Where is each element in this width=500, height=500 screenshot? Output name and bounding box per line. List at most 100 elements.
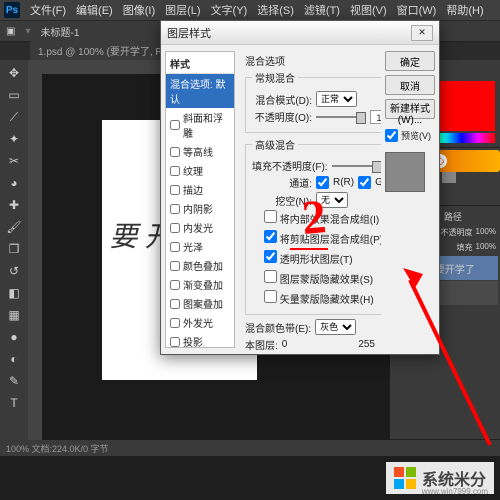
- preview-checkbox[interactable]: [385, 129, 398, 142]
- channel-g-label: G(G): [375, 177, 381, 188]
- fill-opacity-slider[interactable]: [332, 165, 381, 167]
- windows-logo-icon: [394, 467, 416, 489]
- status-bar: 100% 文档:224.0K/0 字节: [0, 440, 500, 456]
- style-checkbox[interactable]: [170, 261, 180, 271]
- adv-check-1[interactable]: [264, 230, 277, 243]
- wand-tool-icon[interactable]: ✦: [2, 128, 26, 150]
- adv-check-4-label: 矢量蒙版隐藏效果(H): [280, 295, 374, 306]
- style-bevel[interactable]: 斜面和浮雕: [166, 108, 234, 142]
- menu-help[interactable]: 帮助(H): [446, 2, 483, 18]
- general-legend: 常规混合: [252, 70, 298, 85]
- opacity-slider[interactable]: [316, 116, 366, 118]
- ruler-vertical[interactable]: [28, 60, 42, 440]
- style-pattern-overlay[interactable]: 图案叠加: [166, 294, 234, 313]
- menu-window[interactable]: 窗口(W): [397, 2, 437, 18]
- fill-label: 填充: [457, 242, 473, 253]
- toolbox: ✥ ▭ ⟋ ✦ ✂ ◕ ✚ 🖌 ❐ ↺ ◧ ▦ ● ◐ ✎ T: [0, 60, 28, 440]
- style-gradient-overlay[interactable]: 渐变叠加: [166, 275, 234, 294]
- menu-image[interactable]: 图像(I): [123, 2, 155, 18]
- menu-file[interactable]: 文件(F): [30, 2, 66, 18]
- dialog-titlebar[interactable]: 图层样式 ✕: [161, 21, 439, 45]
- adv-check-3-label: 图层蒙版隐藏效果(S): [280, 275, 373, 286]
- move-tool-icon[interactable]: ▣: [6, 26, 15, 37]
- style-checkbox[interactable]: [170, 204, 180, 214]
- new-style-button[interactable]: 新建样式(W)...: [385, 99, 435, 119]
- style-satin[interactable]: 光泽: [166, 237, 234, 256]
- range-lo: 0: [282, 339, 288, 350]
- blendif-select[interactable]: 灰色: [315, 319, 356, 335]
- style-stroke[interactable]: 描边: [166, 180, 234, 199]
- blur-tool-icon[interactable]: ●: [2, 326, 26, 348]
- style-color-overlay[interactable]: 颜色叠加: [166, 256, 234, 275]
- adv-check-0-label: 将内部效果混合成组(I): [280, 215, 379, 226]
- style-checkbox[interactable]: [170, 337, 180, 347]
- menu-select[interactable]: 选择(S): [257, 2, 294, 18]
- blend-mode-label: 混合模式(D):: [252, 92, 312, 107]
- opacity-value[interactable]: 100%: [476, 227, 496, 238]
- adv-check-3[interactable]: [264, 270, 277, 283]
- marquee-tool-icon[interactable]: ▭: [2, 84, 26, 106]
- menu-layer[interactable]: 图层(L): [165, 2, 200, 18]
- stamp-tool-icon[interactable]: ❐: [2, 238, 26, 260]
- crop-tool-icon[interactable]: ✂: [2, 150, 26, 172]
- type-tool-icon[interactable]: T: [2, 392, 26, 414]
- menu-filter[interactable]: 滤镜(T): [304, 2, 340, 18]
- style-inner-shadow[interactable]: 内阴影: [166, 199, 234, 218]
- this-layer-label: 本图层:: [245, 337, 278, 352]
- opacity-label: 不透明度(O):: [252, 109, 312, 124]
- channel-g-checkbox[interactable]: [358, 176, 371, 189]
- watermark-url: www.win7999.com: [422, 487, 488, 496]
- menu-edit[interactable]: 编辑(E): [76, 2, 113, 18]
- preview-swatch: [385, 152, 425, 192]
- style-checkbox[interactable]: [170, 242, 180, 252]
- layer-name[interactable]: 要开学了: [435, 261, 475, 276]
- adv-check-0[interactable]: [264, 210, 277, 223]
- style-checkbox[interactable]: [170, 147, 180, 157]
- style-drop-shadow[interactable]: 投影: [166, 332, 234, 351]
- annotation-number: 2: [300, 189, 329, 246]
- adv-check-2-label: 透明形状图层(T): [280, 255, 353, 266]
- preview-label: 预览(V): [401, 129, 431, 142]
- channel-r-checkbox[interactable]: [316, 176, 329, 189]
- style-outer-glow[interactable]: 外发光: [166, 313, 234, 332]
- range-hi: 255: [358, 339, 375, 350]
- layer-style-dialog: 图层样式 ✕ 样式 混合选项: 默认 斜面和浮雕 等高线 纹理 描边 内阴影 内…: [160, 20, 440, 355]
- pen-tool-icon[interactable]: ✎: [2, 370, 26, 392]
- style-checkbox[interactable]: [170, 120, 180, 130]
- ok-button[interactable]: 确定: [385, 51, 435, 71]
- eyedropper-tool-icon[interactable]: ◕: [2, 172, 26, 194]
- fill-opacity-label: 填充不透明度(F):: [252, 158, 328, 173]
- adv-check-1-label: 将剪贴图层混合成组(P): [280, 235, 381, 246]
- cancel-button[interactable]: 取消: [385, 75, 435, 95]
- style-list: 样式 混合选项: 默认 斜面和浮雕 等高线 纹理 描边 内阴影 内发光 光泽 颜…: [165, 51, 235, 348]
- close-icon[interactable]: ✕: [411, 25, 433, 41]
- menu-view[interactable]: 视图(V): [350, 2, 387, 18]
- blend-mode-select[interactable]: 正常: [316, 91, 357, 107]
- style-checkbox[interactable]: [170, 318, 180, 328]
- panel-tab-paths[interactable]: 路径: [444, 210, 462, 223]
- style-checkbox[interactable]: [170, 280, 180, 290]
- adv-check-4[interactable]: [264, 290, 277, 303]
- style-inner-glow[interactable]: 内发光: [166, 218, 234, 237]
- brush-tool-icon[interactable]: 🖌: [2, 216, 26, 238]
- style-contour[interactable]: 等高线: [166, 142, 234, 161]
- dialog-title: 图层样式: [167, 25, 211, 41]
- style-checkbox[interactable]: [170, 299, 180, 309]
- style-checkbox[interactable]: [170, 185, 180, 195]
- move-tool-icon[interactable]: ✥: [2, 62, 26, 84]
- heal-tool-icon[interactable]: ✚: [2, 194, 26, 216]
- adv-check-2[interactable]: [264, 250, 277, 263]
- style-texture[interactable]: 纹理: [166, 161, 234, 180]
- fill-value[interactable]: 100%: [476, 242, 496, 253]
- style-checkbox[interactable]: [170, 223, 180, 233]
- opacity-value[interactable]: 100: [370, 110, 381, 124]
- style-checkbox[interactable]: [170, 166, 180, 176]
- menu-type[interactable]: 文字(Y): [211, 2, 248, 18]
- history-brush-icon[interactable]: ↺: [2, 260, 26, 282]
- style-blending-options[interactable]: 混合选项: 默认: [166, 74, 234, 108]
- opacity-label: 不透明度: [441, 227, 473, 238]
- lasso-tool-icon[interactable]: ⟋: [2, 106, 26, 128]
- dodge-tool-icon[interactable]: ◐: [2, 348, 26, 370]
- gradient-tool-icon[interactable]: ▦: [2, 304, 26, 326]
- eraser-tool-icon[interactable]: ◧: [2, 282, 26, 304]
